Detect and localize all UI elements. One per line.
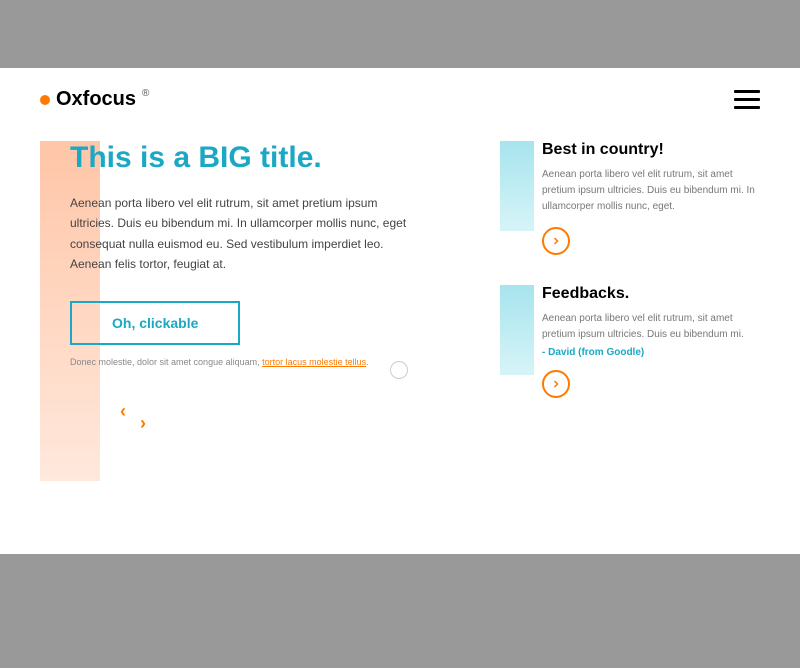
- prev-arrow-icon[interactable]: ‹: [120, 401, 126, 422]
- card-accent-image: [500, 285, 534, 375]
- footnote-link[interactable]: tortor lacus molestie tellus: [262, 357, 366, 367]
- card-feedbacks: Feedbacks. Aenean porta libero vel elit …: [500, 285, 760, 398]
- card-title: Feedbacks.: [542, 285, 760, 303]
- cta-button[interactable]: Oh, clickable: [70, 301, 240, 345]
- logo-text: Oxfocus: [56, 88, 136, 111]
- logo-dot-icon: [40, 95, 50, 105]
- card-accent-image: [500, 141, 534, 231]
- logo-registered: ®: [142, 88, 149, 99]
- carousel-pager: ‹ ›: [70, 407, 450, 428]
- card-next-button[interactable]: [542, 370, 570, 398]
- hamburger-line-icon: [734, 90, 760, 93]
- card-body: Aenean porta libero vel elit rutrum, sit…: [542, 311, 760, 343]
- card-body: Aenean porta libero vel elit rutrum, sit…: [542, 167, 760, 215]
- card-next-button[interactable]: [542, 227, 570, 255]
- hamburger-line-icon: [734, 98, 760, 101]
- card-title: Best in country!: [542, 141, 760, 159]
- chevron-right-icon: [550, 235, 562, 247]
- hero-body: Aenean porta libero vel elit rutrum, sit…: [70, 193, 410, 275]
- hero-title: This is a BIG title.: [70, 141, 450, 175]
- chevron-right-icon: [550, 378, 562, 390]
- logo[interactable]: Oxfocus ®: [40, 88, 149, 111]
- card-best-in-country: Best in country! Aenean porta libero vel…: [500, 141, 760, 255]
- card-author: - David (from Goodle): [542, 347, 760, 358]
- footnote-text: Donec molestie, dolor sit amet congue al…: [70, 357, 262, 367]
- hero-footnote: Donec molestie, dolor sit amet congue al…: [70, 357, 450, 367]
- hamburger-line-icon: [734, 106, 760, 109]
- next-arrow-icon[interactable]: ›: [140, 413, 146, 434]
- menu-button[interactable]: [734, 90, 760, 109]
